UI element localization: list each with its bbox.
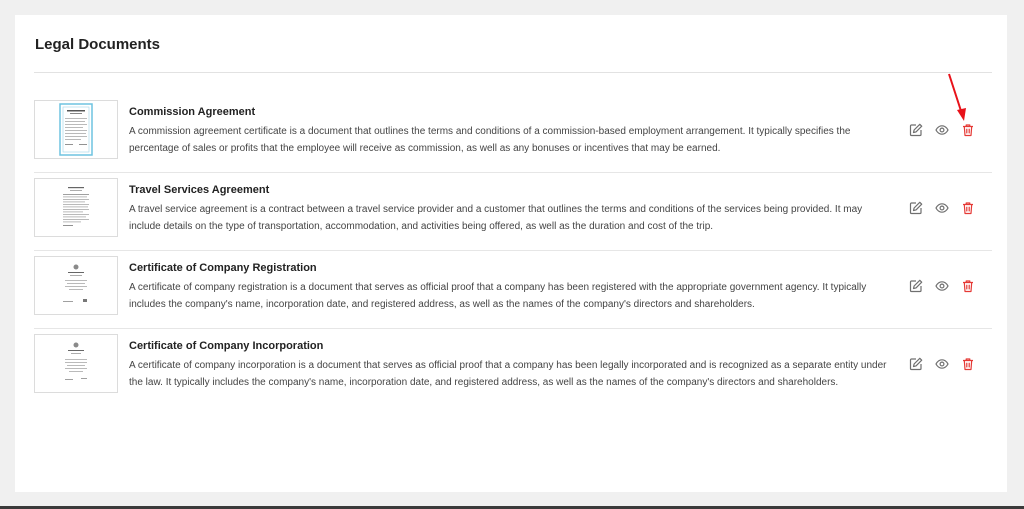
- document-description: A certificate of company registration is…: [129, 282, 867, 310]
- edit-icon[interactable]: [908, 200, 924, 216]
- row-actions: [908, 278, 976, 294]
- document-thumbnail[interactable]: [34, 256, 118, 315]
- eye-icon[interactable]: [934, 200, 950, 216]
- trash-icon[interactable]: [960, 122, 976, 138]
- edit-icon[interactable]: [908, 278, 924, 294]
- trash-icon[interactable]: [960, 278, 976, 294]
- list-item: Commission Agreement A commission agreem…: [34, 95, 992, 173]
- trash-icon[interactable]: [960, 356, 976, 372]
- row-actions: [908, 356, 976, 372]
- document-description: A travel service agreement is a contract…: [129, 204, 863, 232]
- document-list: Commission Agreement A commission agreem…: [34, 95, 992, 407]
- row-actions: [908, 122, 976, 138]
- legal-documents-panel: Legal Documents Commission Agreement A c…: [15, 15, 1007, 492]
- list-item: Travel Services Agreement A travel servi…: [34, 173, 992, 251]
- annotation-arrow-icon: [948, 73, 966, 121]
- eye-icon[interactable]: [934, 278, 950, 294]
- document-thumbnail[interactable]: [34, 178, 118, 237]
- document-description: A commission agreement certificate is a …: [129, 126, 851, 154]
- eye-icon[interactable]: [934, 356, 950, 372]
- document-thumbnail[interactable]: [34, 100, 118, 159]
- page-title: Legal Documents: [35, 36, 161, 53]
- trash-icon[interactable]: [960, 200, 976, 216]
- list-item: Certificate of Company Incorporation A c…: [34, 329, 992, 407]
- document-description: A certificate of company incorporation i…: [129, 360, 887, 388]
- document-title: Certificate of Company Incorporation: [129, 340, 324, 352]
- document-thumbnail[interactable]: [34, 334, 118, 393]
- edit-icon[interactable]: [908, 356, 924, 372]
- document-title: Commission Agreement: [129, 106, 256, 118]
- document-title: Travel Services Agreement: [129, 184, 270, 196]
- edit-icon[interactable]: [908, 122, 924, 138]
- eye-icon[interactable]: [934, 122, 950, 138]
- document-title: Certificate of Company Registration: [129, 262, 317, 274]
- list-item: Certificate of Company Registration A ce…: [34, 251, 992, 329]
- row-actions: [908, 200, 976, 216]
- header-divider: [34, 72, 992, 73]
